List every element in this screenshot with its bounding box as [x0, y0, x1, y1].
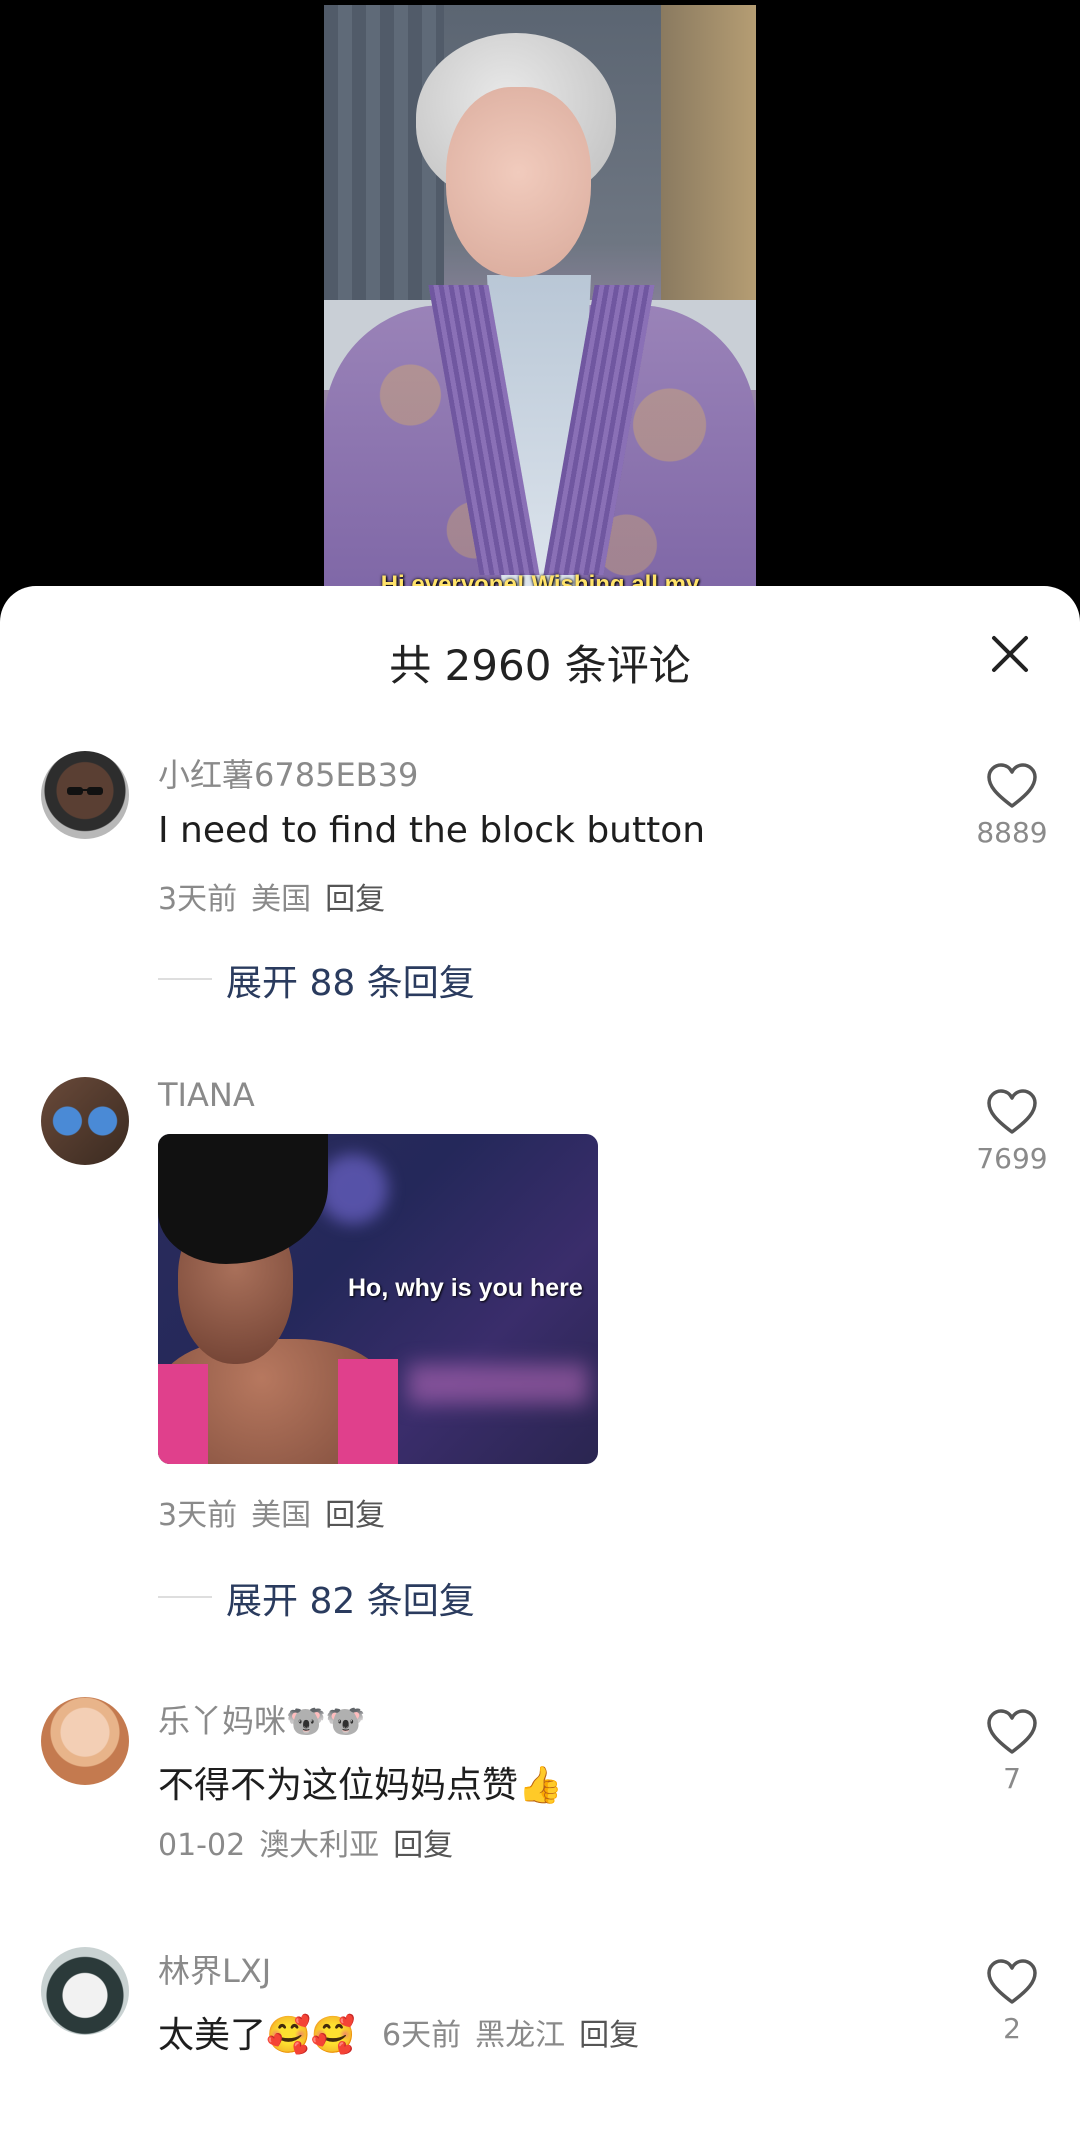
avatar[interactable]: [41, 1077, 129, 1165]
image-caption: Ho, why is you here: [348, 1274, 583, 1302]
expand-replies-label: 展开 82 条回复: [226, 1581, 475, 1622]
reply-button[interactable]: 回复: [325, 1498, 385, 1533]
like-count: 2: [1003, 2012, 1021, 2045]
comment-location: 美国: [251, 882, 312, 917]
comment-location: 黑龙江: [475, 2018, 566, 2053]
comments-sheet: 共 2960 条评论 小红薯6785EB39 I need to find th…: [0, 586, 1080, 2133]
comment-location: 澳大利亚: [259, 1828, 380, 1863]
like-count: 8889: [976, 816, 1048, 849]
like-count: 7699: [976, 1142, 1048, 1175]
comment-meta: 6天前 黑龙江 回复: [382, 2010, 639, 2054]
comment-text: 不得不为这位妈妈点赞👍: [158, 1765, 563, 1806]
image-light: [318, 1154, 388, 1224]
like-button[interactable]: 2: [960, 1958, 1064, 2045]
comments-title: 共 2960 条评论: [389, 641, 691, 690]
comment-meta: 3天前 美国 回复: [158, 1490, 385, 1534]
image-person-top: [338, 1359, 398, 1464]
reply-button[interactable]: 回复: [579, 2018, 639, 2053]
person-face: [446, 87, 591, 277]
divider-line: [158, 1596, 212, 1598]
comment-time: 3天前: [158, 882, 238, 917]
comment-time: 6天前: [382, 2018, 462, 2053]
comment-time: 01-02: [158, 1828, 246, 1863]
close-icon: [992, 636, 1028, 672]
expand-replies-button[interactable]: 展开 88 条回复: [158, 954, 558, 1004]
background-wall: [661, 5, 756, 305]
comment-username[interactable]: 乐丫妈咪🐨🐨: [158, 1696, 366, 1742]
image-person-hair: [158, 1134, 328, 1264]
heart-icon: [987, 1089, 1037, 1134]
reply-button[interactable]: 回复: [393, 1828, 453, 1863]
like-button[interactable]: 8889: [960, 762, 1064, 849]
sunglasses-icon: [67, 787, 103, 795]
comment-meta: 01-02 澳大利亚 回复: [158, 1820, 453, 1864]
avatar[interactable]: [41, 1947, 129, 2035]
like-count: 7: [1003, 1762, 1021, 1795]
like-button[interactable]: 7: [960, 1708, 1064, 1795]
heart-icon: [987, 763, 1037, 808]
avatar[interactable]: [41, 751, 129, 839]
like-button[interactable]: 7699: [960, 1088, 1064, 1175]
video-player[interactable]: Hi everyone! Wishing all my: [0, 0, 1080, 600]
divider-line: [158, 978, 212, 980]
close-button[interactable]: [978, 622, 1042, 686]
heart-icon: [987, 1959, 1037, 2004]
comment-location: 美国: [251, 1498, 312, 1533]
expand-replies-label: 展开 88 条回复: [226, 963, 475, 1004]
comment-username[interactable]: 林界LXJ: [158, 1946, 271, 1992]
comment-username[interactable]: TIANA: [158, 1076, 255, 1114]
comment-text: I need to find the block button: [158, 810, 706, 851]
comment-username[interactable]: 小红薯6785EB39: [158, 750, 418, 796]
comment-time: 3天前: [158, 1498, 238, 1533]
reply-button[interactable]: 回复: [325, 882, 385, 917]
comment-text: 太美了🥰🥰: [158, 2015, 356, 2056]
heart-icon: [987, 1709, 1037, 1754]
comment-image[interactable]: Ho, why is you here: [158, 1134, 598, 1464]
expand-replies-button[interactable]: 展开 82 条回复: [158, 1572, 558, 1622]
image-light: [408, 1364, 588, 1404]
video-frame: Hi everyone! Wishing all my: [324, 5, 756, 600]
image-person-top: [158, 1364, 208, 1464]
comment-meta: 3天前 美国 回复: [158, 874, 385, 918]
avatar[interactable]: [41, 1697, 129, 1785]
